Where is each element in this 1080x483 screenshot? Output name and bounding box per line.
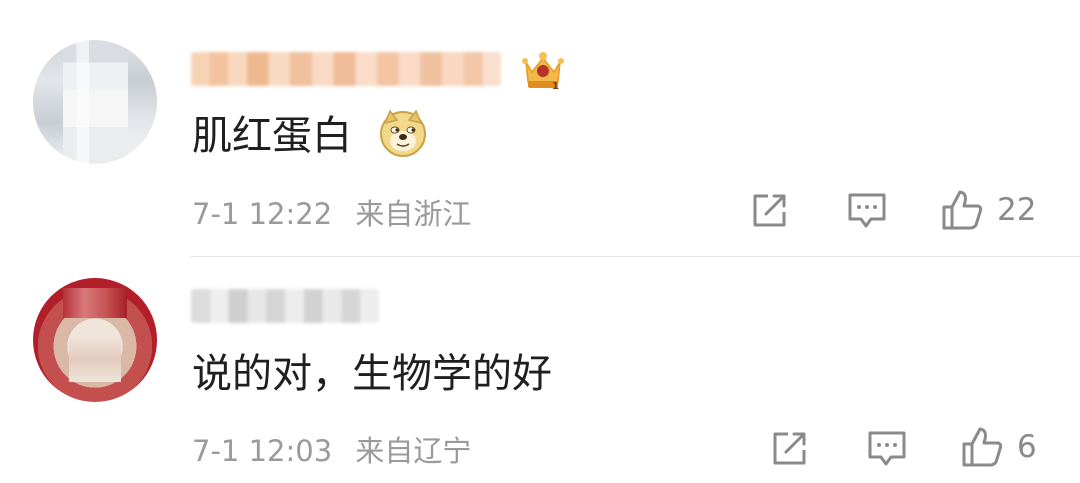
like-icon: [942, 190, 983, 230]
share-icon: [773, 432, 806, 465]
comment-item: 说的对，生物学的好 7-1 12:03 来自辽宁 6: [0, 257, 1080, 483]
crown-badge-icon: 1: [522, 52, 564, 92]
avatar[interactable]: [33, 40, 157, 164]
comment-location: 来自辽宁: [355, 434, 472, 468]
username-blurred[interactable]: [191, 289, 379, 323]
like-button[interactable]: 6: [960, 425, 1037, 469]
like-button[interactable]: 22: [940, 188, 1036, 232]
like-count: 6: [1017, 429, 1037, 465]
comment-item: 1 肌红蛋白 7-1 12:22 来自浙江 22: [0, 0, 1080, 256]
comment-time: 7-1 12:03: [192, 434, 333, 468]
doge-emoji: [380, 109, 426, 157]
like-icon: [962, 427, 1003, 467]
avatar[interactable]: [33, 278, 157, 402]
comment-time: 7-1 12:22: [192, 197, 333, 231]
share-icon: [753, 194, 786, 227]
comment-location: 来自浙江: [355, 197, 472, 231]
like-count: 22: [997, 192, 1037, 228]
svg-text:1: 1: [552, 81, 559, 92]
share-button[interactable]: [750, 191, 790, 229]
username-blurred[interactable]: [191, 52, 501, 86]
reply-button[interactable]: [866, 429, 908, 469]
comment-text: 肌红蛋白: [192, 113, 352, 159]
comment-meta: 7-1 12:22 来自浙江: [192, 191, 471, 233]
comment-text: 说的对，生物学的好: [192, 351, 552, 397]
share-button[interactable]: [770, 429, 810, 467]
reply-button[interactable]: [846, 191, 888, 231]
comment-icon: [848, 193, 886, 228]
comment-icon: [868, 431, 906, 466]
comment-meta: 7-1 12:03 来自辽宁: [192, 428, 471, 470]
